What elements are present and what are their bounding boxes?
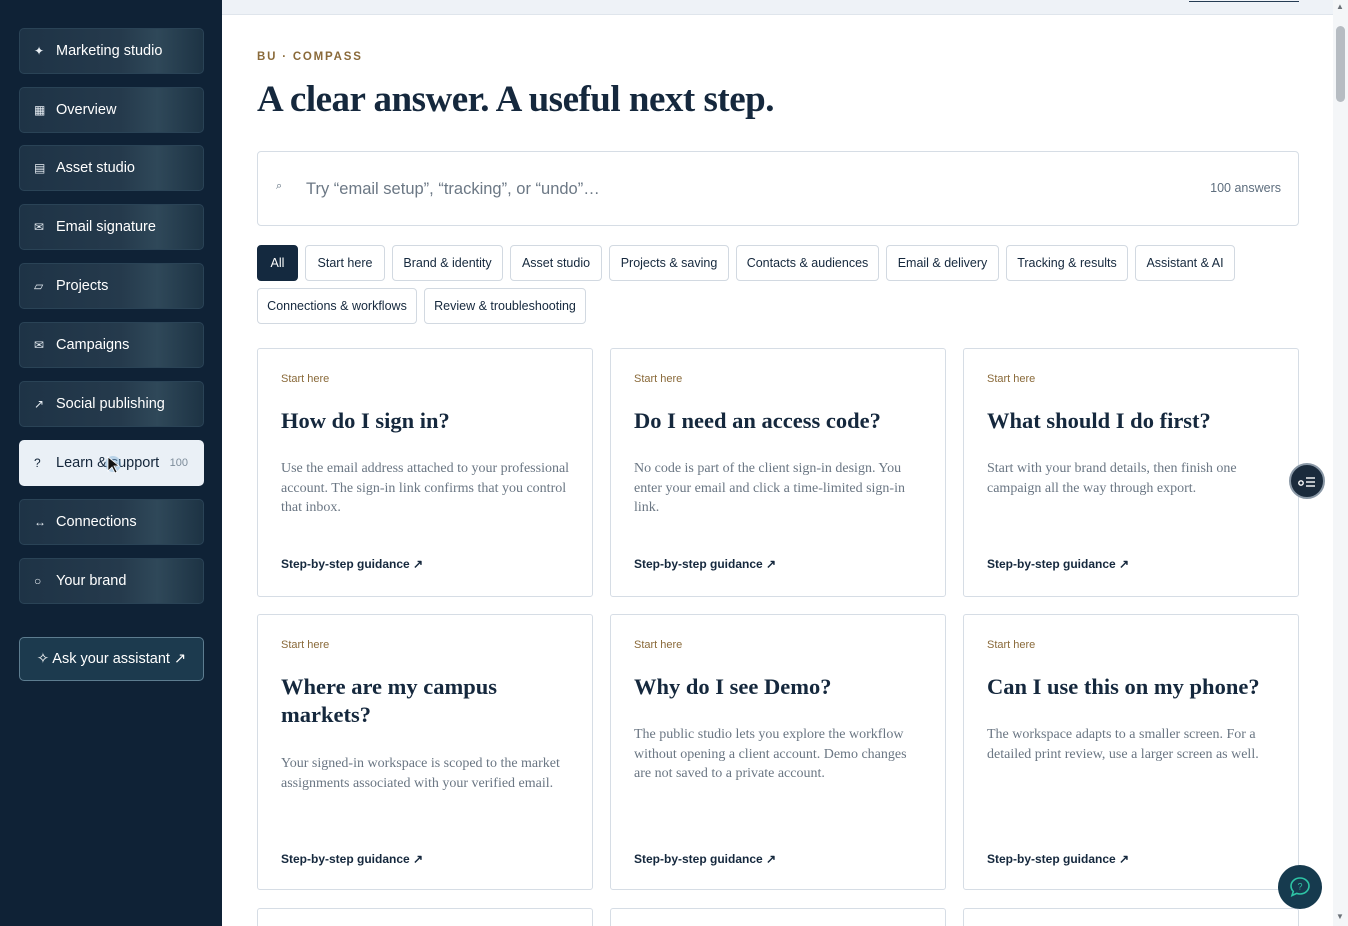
arrow-up-right-icon: ↗ xyxy=(34,397,45,411)
top-link[interactable] xyxy=(1189,0,1299,2)
answer-card[interactable]: Start here How do I sign in? Use the ema… xyxy=(257,348,593,597)
card-category: Start here xyxy=(987,373,1036,385)
card-category: Start here xyxy=(634,373,683,385)
card-question: Do I need an access code? xyxy=(634,408,881,433)
list-icon xyxy=(1298,477,1315,487)
guidance-link[interactable]: Step-by-step guidance ↗ xyxy=(634,852,776,866)
answer-count: 100 answers xyxy=(1210,181,1281,195)
chat-button[interactable]: ? xyxy=(1278,865,1322,909)
card-category: Start here xyxy=(987,639,1036,651)
folder-icon: ▱ xyxy=(34,279,44,293)
ask-assistant-button[interactable]: ✧ Ask your assistant ↗ xyxy=(19,637,204,681)
mouse-cursor-icon xyxy=(105,456,121,474)
sidebar-item-asset-studio[interactable]: ▤ Asset studio xyxy=(19,145,204,191)
card-question: How do I sign in? xyxy=(281,408,450,433)
card-question: What should I do first? xyxy=(987,408,1211,433)
sidebar-item-marketing-studio[interactable]: ✦ Marketing studio xyxy=(19,28,204,74)
card-answer: Your signed-in workspace is scoped to th… xyxy=(281,756,560,791)
sidebar-item-campaigns[interactable]: ✉ Campaigns xyxy=(19,322,204,368)
search-box: ⌕ 100 answers xyxy=(257,151,1299,226)
answer-card[interactable]: Start here Can I use this on my phone? T… xyxy=(963,614,1299,890)
filter-chip-tracking-results[interactable]: Tracking & results xyxy=(1006,245,1128,281)
card-category: Start here xyxy=(634,639,683,651)
scroll-down-icon[interactable]: ▼ xyxy=(1336,912,1344,921)
sidebar-item-label: Your brand xyxy=(56,573,127,589)
sidebar-item-social-publishing[interactable]: ↗ Social publishing xyxy=(19,381,204,427)
card-category: Start here xyxy=(281,373,330,385)
filter-chip-brand-identity[interactable]: Brand & identity xyxy=(392,245,503,281)
card-question: Where are my campus markets? xyxy=(281,674,498,727)
top-strip xyxy=(222,0,1333,15)
answer-card-partial[interactable] xyxy=(257,908,593,926)
filter-chip-connections-workflows[interactable]: Connections & workflows xyxy=(257,288,417,324)
answer-card[interactable]: Start here Do I need an access code? No … xyxy=(610,348,946,597)
sidebar-item-label: Social publishing xyxy=(56,396,165,412)
circle-icon: ○ xyxy=(34,574,42,588)
filter-chip-asset-studio[interactable]: Asset studio xyxy=(510,245,602,281)
layers-icon: ▤ xyxy=(34,161,46,175)
sidebar-item-label: Campaigns xyxy=(56,337,130,353)
filter-chip-assistant-ai[interactable]: Assistant & AI xyxy=(1135,245,1235,281)
card-category: Start here xyxy=(281,639,330,651)
card-question: Why do I see Demo? xyxy=(634,674,832,699)
page-title: A clear answer. A useful next step. xyxy=(257,79,774,120)
scrollbar[interactable] xyxy=(1333,0,1348,926)
svg-text:?: ? xyxy=(1297,882,1302,892)
grid-icon: ▦ xyxy=(34,103,46,117)
sidebar-item-email-signature[interactable]: ✉ Email signature xyxy=(19,204,204,250)
filter-chip-review-troubleshooting[interactable]: Review & troubleshooting xyxy=(424,288,586,324)
sidebar-item-label: Connections xyxy=(56,514,137,530)
sidebar-item-projects[interactable]: ▱ Projects xyxy=(19,263,204,309)
guidance-link[interactable]: Step-by-step guidance ↗ xyxy=(281,852,423,866)
answer-card[interactable]: Start here Why do I see Demo? The public… xyxy=(610,614,946,890)
card-answer: The workspace adapts to a smaller screen… xyxy=(987,727,1259,762)
filter-chip-contacts-audiences[interactable]: Contacts & audiences xyxy=(736,245,879,281)
card-answer: No code is part of the client sign-in de… xyxy=(634,461,905,515)
scroll-thumb[interactable] xyxy=(1336,26,1345,102)
card-answer: Use the email address attached to your p… xyxy=(281,461,570,515)
guidance-link[interactable]: Step-by-step guidance ↗ xyxy=(281,557,423,571)
sidebar-item-label: Projects xyxy=(56,278,109,294)
guidance-link[interactable]: Step-by-step guidance ↗ xyxy=(987,557,1129,571)
scroll-up-icon[interactable]: ▲ xyxy=(1336,2,1344,11)
answer-card-partial[interactable] xyxy=(610,908,946,926)
contents-toggle-button[interactable] xyxy=(1289,463,1325,499)
filter-chip-email-delivery[interactable]: Email & delivery xyxy=(886,245,999,281)
sidebar-item-label: Email signature xyxy=(56,219,156,235)
sidebar-item-your-brand[interactable]: ○ Your brand xyxy=(19,558,204,604)
sidebar-item-count: 100 xyxy=(169,457,188,469)
search-icon: ⌕ xyxy=(276,180,283,192)
sidebar-item-overview[interactable]: ▦ Overview xyxy=(19,87,204,133)
sparkle-icon: ✦ xyxy=(34,44,45,58)
answer-card[interactable]: Start here Where are my campus markets? … xyxy=(257,614,593,890)
guidance-link[interactable]: Step-by-step guidance ↗ xyxy=(634,557,776,571)
sidebar-item-label: Asset studio xyxy=(56,160,135,176)
filter-chip-all[interactable]: All xyxy=(257,245,298,281)
sidebar-item-label: Marketing studio xyxy=(56,43,163,59)
answer-card[interactable]: Start here What should I do first? Start… xyxy=(963,348,1299,597)
question-icon: ? xyxy=(34,456,41,470)
envelope-icon: ✉ xyxy=(34,220,45,234)
card-answer: Start with your brand details, then fini… xyxy=(987,461,1237,496)
sidebar-item-connections[interactable]: ↔ Connections xyxy=(19,499,204,545)
card-question: Can I use this on my phone? xyxy=(987,674,1260,699)
envelope-icon: ✉ xyxy=(34,338,45,352)
search-input[interactable] xyxy=(306,176,1166,202)
sidebar-item-label: Overview xyxy=(56,102,117,118)
card-answer: The public studio lets you explore the w… xyxy=(634,727,907,781)
filter-chip-start-here[interactable]: Start here xyxy=(305,245,385,281)
answer-card-partial[interactable] xyxy=(963,908,1299,926)
page-eyebrow: BU · COMPASS xyxy=(257,51,363,63)
chat-bubble-icon: ? xyxy=(1290,877,1310,897)
arrows-horizontal-icon: ↔ xyxy=(34,515,46,529)
filter-chip-projects-saving[interactable]: Projects & saving xyxy=(609,245,729,281)
guidance-link[interactable]: Step-by-step guidance ↗ xyxy=(987,852,1129,866)
